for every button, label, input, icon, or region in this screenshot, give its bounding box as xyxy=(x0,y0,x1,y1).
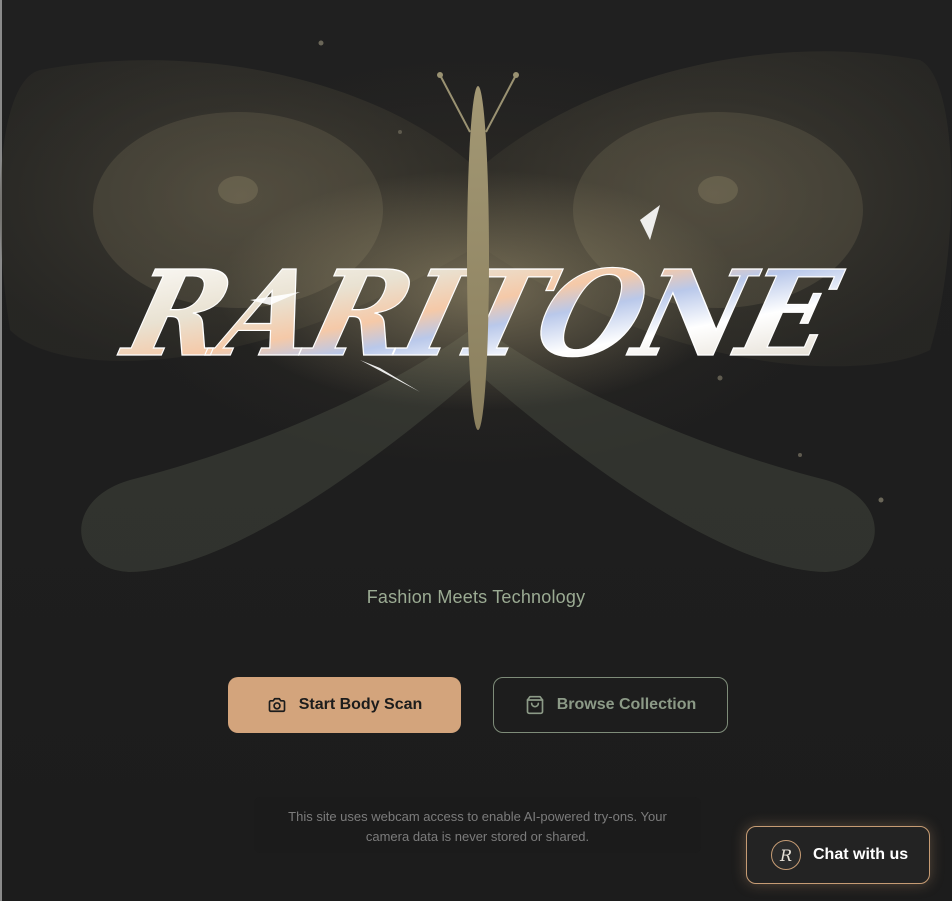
start-body-scan-button[interactable]: Start Body Scan xyxy=(228,677,461,733)
chat-with-us-button[interactable]: R Chat with us xyxy=(746,826,930,884)
privacy-notice: This site uses webcam access to enable A… xyxy=(254,797,701,853)
browse-collection-button[interactable]: Browse Collection xyxy=(493,677,728,733)
landing-page: RARITONE Fashion Meets Technology Start … xyxy=(0,0,952,901)
shopping-bag-icon xyxy=(525,695,545,715)
chat-avatar: R xyxy=(771,840,801,870)
start-body-scan-label: Start Body Scan xyxy=(298,696,423,713)
butterfly-body xyxy=(467,86,489,430)
browse-collection-label: Browse Collection xyxy=(556,696,697,713)
butterfly-hero-illustration: RARITONE xyxy=(0,40,952,572)
chat-label: Chat with us xyxy=(813,846,909,863)
tagline: Fashion Meets Technology xyxy=(366,587,586,607)
camera-icon xyxy=(267,695,287,715)
